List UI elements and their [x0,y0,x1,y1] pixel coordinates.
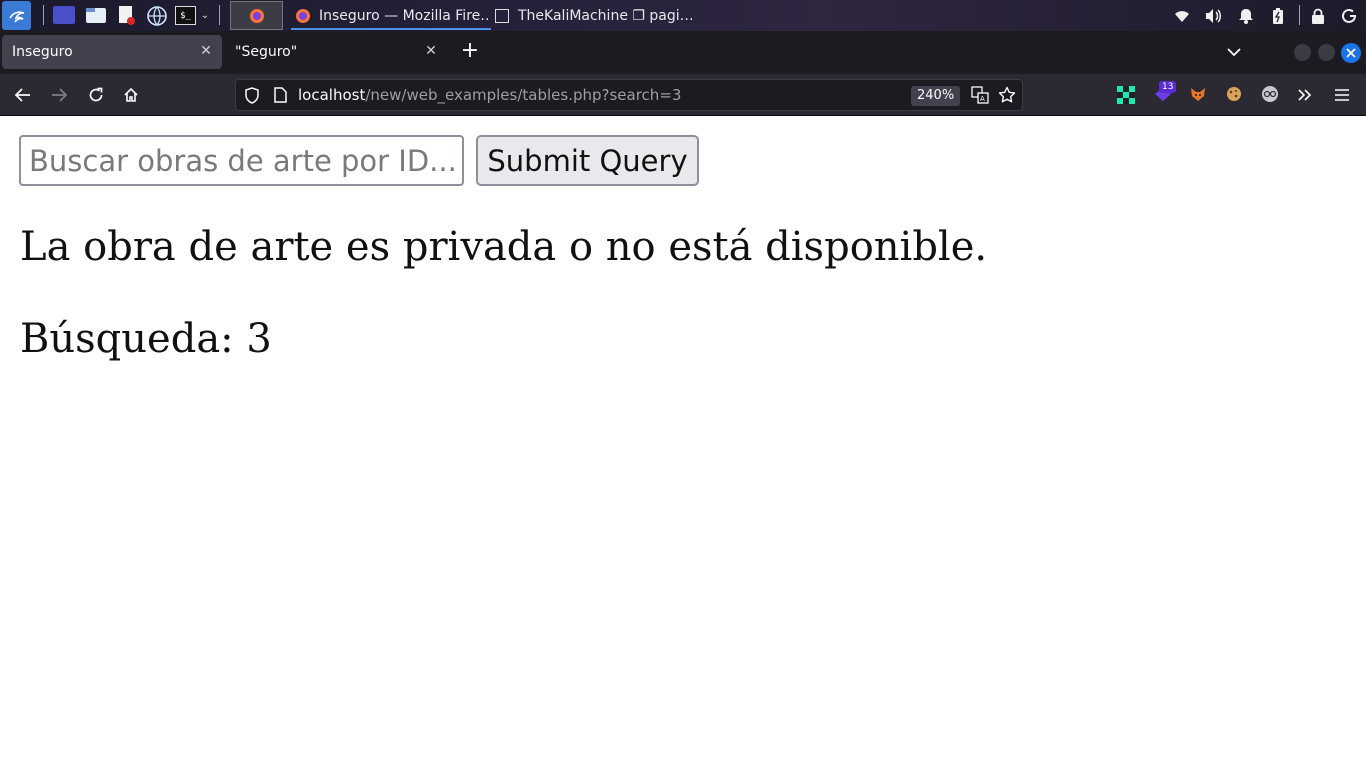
terminal-launcher-icon[interactable]: $_ [175,6,196,25]
extension-badge-icon[interactable]: 13 [1153,81,1177,104]
extension-badge-count: 13 [1159,81,1177,93]
back-button[interactable] [10,82,36,108]
extension-glasses-icon[interactable] [1261,85,1279,103]
tab-inseguro[interactable]: Inseguro ✕ [2,35,222,69]
list-all-tabs-icon[interactable] [1222,41,1246,63]
home-button[interactable] [118,82,144,108]
more-tools-chevron-icon[interactable] [1292,82,1318,108]
tab-title: Inseguro [12,44,73,60]
os-taskbar: $_ ⌄ Inseguro — Mozilla Fire… TheKaliMac… [0,0,1366,31]
volume-icon[interactable] [1203,6,1223,26]
hamburger-menu-icon[interactable] [1329,82,1355,108]
tab-title: "Seguro" [235,44,298,60]
minimize-window-button[interactable] [1294,44,1311,61]
taskbar-item-terminal[interactable]: TheKaliMachine ❐ pagi… [494,0,694,31]
tab-close-icon[interactable]: ✕ [198,43,214,59]
web-browser-icon[interactable] [146,5,168,27]
taskbar-item-label: TheKaliMachine ❐ pagi… [518,7,694,24]
url-bar[interactable]: localhost/new/web_examples/tables.php?se… [235,79,1023,111]
reload-button[interactable] [83,82,109,108]
extension-checkered-icon[interactable] [1117,86,1135,104]
terminal-icon [495,8,509,23]
translate-icon[interactable]: A [971,86,989,104]
tracking-protection-shield-icon[interactable] [244,87,260,104]
wifi-icon[interactable] [1172,6,1192,26]
lock-icon[interactable] [1308,6,1328,26]
extension-fox-icon[interactable] [1189,85,1207,103]
svg-text:A: A [980,95,985,103]
active-task-indicator [291,28,491,30]
search-echo: Búsqueda: 3 [20,316,272,362]
browser-navigation-toolbar: localhost/new/web_examples/tables.php?se… [0,74,1366,116]
bookmark-star-icon[interactable] [998,86,1016,104]
chevron-down-icon[interactable]: ⌄ [199,8,211,22]
submit-query-button[interactable]: Submit Query [476,135,699,186]
file-manager-icon[interactable] [85,6,107,24]
battery-icon[interactable] [1268,6,1288,26]
page-info-icon[interactable] [274,87,288,103]
url-text[interactable]: localhost/new/web_examples/tables.php?se… [298,86,681,104]
desktop-icon[interactable] [53,6,75,24]
taskbar-item-firefox[interactable]: Inseguro — Mozilla Fire… [291,0,491,31]
power-icon[interactable] [1339,6,1359,26]
kali-menu-icon[interactable] [2,1,31,30]
text-editor-icon[interactable] [117,5,137,26]
status-message: La obra de arte es privada o no está dis… [20,224,988,270]
url-host: localhost [298,86,366,104]
extension-cookie-icon[interactable] [1225,85,1243,103]
page-content: Submit Query La obra de arte es privada … [0,116,1366,768]
search-input[interactable] [19,135,464,186]
tab-close-icon[interactable]: ✕ [423,43,439,59]
new-tab-button[interactable]: + [458,40,482,64]
workspace-firefox-thumbnail[interactable] [230,1,283,30]
forward-button[interactable] [46,82,72,108]
taskbar-item-label: Inseguro — Mozilla Fire… [319,7,491,24]
zoom-level-button[interactable]: 240% [911,86,961,106]
tab-seguro[interactable]: "Seguro" ✕ [225,35,447,69]
close-window-button[interactable] [1341,43,1361,63]
maximize-window-button[interactable] [1318,44,1335,61]
notification-bell-icon[interactable] [1236,6,1256,26]
firefox-icon [295,8,311,24]
url-path: /new/web_examples/tables.php?search=3 [365,86,682,104]
browser-tab-strip: Inseguro ✕ "Seguro" ✕ + [0,31,1366,74]
